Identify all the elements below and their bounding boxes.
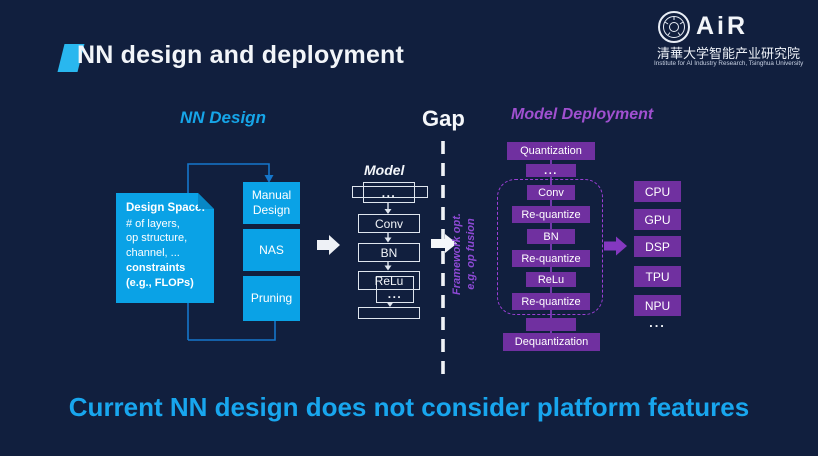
design-space-line: op structure, bbox=[126, 232, 187, 244]
hardware-box-tpu: TPU bbox=[634, 266, 681, 287]
institute-name-en: Institute for AI Industry Research, Tsin… bbox=[654, 60, 818, 67]
page-title: NN design and deployment bbox=[77, 41, 404, 70]
deploy-step-quantization: Quantization bbox=[507, 142, 595, 160]
air-logo-text: AiR bbox=[696, 12, 748, 41]
model-layer-relu-box: ReLu bbox=[358, 271, 420, 290]
hardware-box-npu: NPU bbox=[634, 295, 681, 316]
gap-title: Gap bbox=[422, 106, 465, 132]
slide: NN design and deployment AiR 清華大学智能产业研究院… bbox=[0, 0, 818, 456]
method-box-manual-design: Manual Design bbox=[243, 182, 300, 224]
model-layer-dots-box: ... bbox=[363, 182, 415, 203]
model-title: Model bbox=[364, 162, 404, 178]
deploy-step-dequantization: Dequantization bbox=[503, 333, 600, 351]
deploy-step-requantize-3: Re-quantize bbox=[512, 293, 590, 310]
deploy-step-small-box bbox=[526, 318, 576, 331]
design-space-line: channel, ... bbox=[126, 247, 180, 259]
design-space-title: Design Space: bbox=[126, 202, 205, 214]
framework-opt-line2: e.g. op fusion bbox=[465, 218, 477, 290]
method-label: NAS bbox=[259, 243, 284, 258]
design-space-fold-icon bbox=[196, 193, 214, 211]
footer-message: Current NN design does not consider plat… bbox=[0, 392, 818, 423]
loop-line-bottom bbox=[188, 321, 275, 340]
design-to-model-arrow-icon bbox=[317, 235, 340, 255]
tsinghua-seal-icon bbox=[657, 10, 691, 44]
design-space-line: # of layers, bbox=[126, 218, 180, 230]
model-arrowhead-2-icon bbox=[385, 238, 392, 243]
method-box-pruning: Pruning bbox=[243, 276, 300, 321]
hardware-box-gpu: GPU bbox=[634, 209, 681, 230]
deploy-step-requantize-1: Re-quantize bbox=[512, 206, 590, 223]
model-layer-empty-box bbox=[358, 307, 420, 319]
deploy-step-requantize-2: Re-quantize bbox=[512, 250, 590, 267]
design-space-line: constraints bbox=[126, 262, 185, 274]
hardware-box-dsp: DSP bbox=[634, 236, 681, 257]
framework-opt-line1: Framework opt. bbox=[451, 213, 463, 295]
deploy-step-bn: BN bbox=[527, 229, 575, 244]
nn-design-section-title: NN Design bbox=[180, 108, 266, 128]
model-deployment-section-title: Model Deployment bbox=[511, 106, 653, 124]
hardware-more-dots: ... bbox=[634, 315, 681, 330]
model-layer-bn-box: BN bbox=[358, 243, 420, 262]
framework-opt-label: Framework opt. e.g. op fusion bbox=[450, 189, 484, 319]
deploy-step-conv: Conv bbox=[527, 185, 575, 200]
deploy-step-dots: ... bbox=[526, 164, 576, 177]
design-space-line: (e.g., FLOPs) bbox=[126, 277, 194, 289]
model-arrowhead-3-icon bbox=[385, 266, 392, 271]
method-label: Manual Design bbox=[243, 188, 300, 218]
method-label: Pruning bbox=[251, 291, 292, 306]
deploy-step-relu: ReLu bbox=[526, 272, 576, 287]
deployment-to-hardware-arrow-icon bbox=[604, 237, 627, 256]
model-layer-conv-box: Conv bbox=[358, 214, 420, 233]
hardware-box-cpu: CPU bbox=[634, 181, 681, 202]
method-box-nas: NAS bbox=[243, 229, 300, 271]
